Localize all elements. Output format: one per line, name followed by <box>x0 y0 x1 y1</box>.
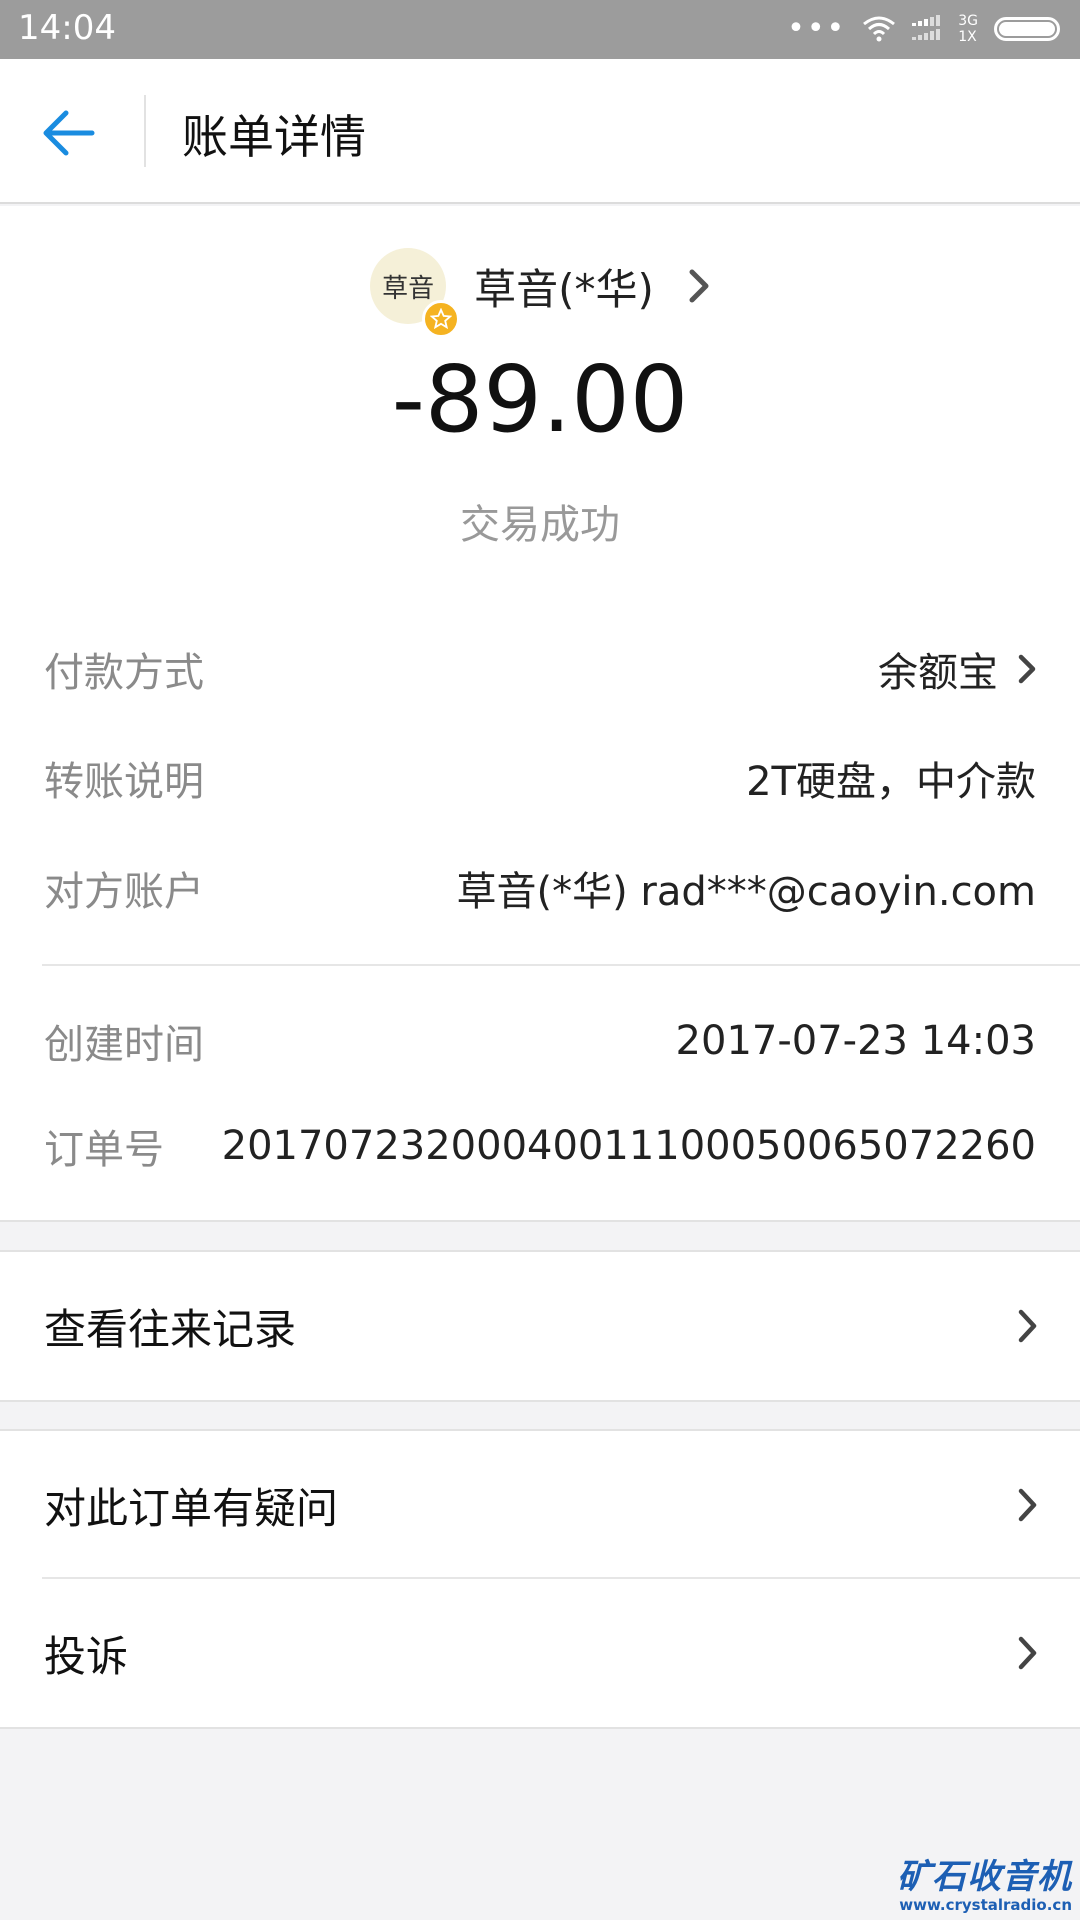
detail-value: 2017-07-23 14:03 <box>675 1018 1036 1064</box>
arrow-left-icon[interactable] <box>40 103 100 163</box>
wifi-icon <box>863 16 896 42</box>
detail-row-order-number: 订单号 2017072320004001110005006507226​0 <box>44 1116 1036 1176</box>
more-dots-icon: ••• <box>787 11 847 46</box>
menu-label: 投诉 <box>44 1631 129 1681</box>
detail-label: 创建时间 <box>44 1022 204 1068</box>
chevron-right-icon <box>1018 1488 1037 1522</box>
chevron-right-icon <box>689 269 709 303</box>
divider <box>42 964 1080 966</box>
detail-label: 对方账户 <box>44 869 204 915</box>
order-question-item[interactable]: 对此订单有疑问 <box>0 1431 1080 1579</box>
detail-value: 2017072320004001110005006507226​0 <box>221 1123 1036 1169</box>
detail-row-created-time: 创建时间 2017-07-23 14:03 <box>44 1011 1036 1071</box>
menu-block-support: 对此订单有疑问 投诉 <box>0 1429 1080 1729</box>
detail-value: 草音(*华) rad***@caoyin.com <box>456 869 1036 915</box>
nav-divider <box>144 95 146 167</box>
nav-bar: 账单详情 <box>0 59 1080 204</box>
detail-value: 余额宝 <box>878 640 1036 698</box>
chevron-right-icon <box>1018 1636 1037 1670</box>
payee-name: 草音(*华) <box>474 264 654 314</box>
complaint-item[interactable]: 投诉 <box>0 1579 1080 1727</box>
menu-label: 对此订单有疑问 <box>44 1483 339 1533</box>
star-icon <box>422 300 461 338</box>
status-time: 14:04 <box>18 8 116 48</box>
network-bottom: 1X <box>958 29 977 45</box>
menu-label: 查看往来记录 <box>44 1304 297 1354</box>
payee-row[interactable]: 草音 草音(*华) <box>0 246 1080 338</box>
watermark-url: www.crystalradio.cn <box>899 1896 1072 1914</box>
network-type: 3G 1X <box>958 13 978 45</box>
watermark: 矿石收音机 www.crystalradio.cn <box>897 1849 1072 1914</box>
avatar-text: 草音 <box>382 273 435 304</box>
chevron-right-icon <box>1018 654 1036 684</box>
detail-label: 转账说明 <box>44 759 204 805</box>
status-bar: 14:04 ••• 3G 1X <box>0 0 1080 59</box>
detail-row-counterparty: 对方账户 草音(*华) rad***@caoyin.com <box>44 858 1036 918</box>
view-history-item[interactable]: 查看往来记录 <box>0 1252 1080 1400</box>
bill-detail-card: 草音 草音(*华) -89.00 交易成功 付款方式 余额宝 转账说明 2T硬盘… <box>0 206 1080 1222</box>
battery-icon <box>994 17 1060 41</box>
signal-icon <box>912 15 941 40</box>
watermark-title: 矿石收音机 <box>897 1857 1072 1897</box>
detail-row-transfer-note: 转账说明 2T硬盘，中介款 <box>44 748 1036 808</box>
menu-block-history: 查看往来记录 <box>0 1250 1080 1402</box>
detail-label: 订单号 <box>44 1127 164 1173</box>
avatar: 草音 <box>370 248 461 338</box>
amount: -89.00 <box>391 346 689 453</box>
chevron-right-icon <box>1018 1309 1037 1343</box>
status-icons: ••• 3G 1X <box>787 9 1060 49</box>
detail-label: 付款方式 <box>44 650 204 696</box>
payment-method-value: 余额宝 <box>878 650 998 696</box>
network-top: 3G <box>958 13 978 29</box>
detail-value: 2T硬盘，中介款 <box>746 759 1036 805</box>
page-title: 账单详情 <box>182 110 366 164</box>
transaction-status: 交易成功 <box>460 502 620 548</box>
detail-row-payment-method[interactable]: 付款方式 余额宝 <box>44 639 1036 699</box>
